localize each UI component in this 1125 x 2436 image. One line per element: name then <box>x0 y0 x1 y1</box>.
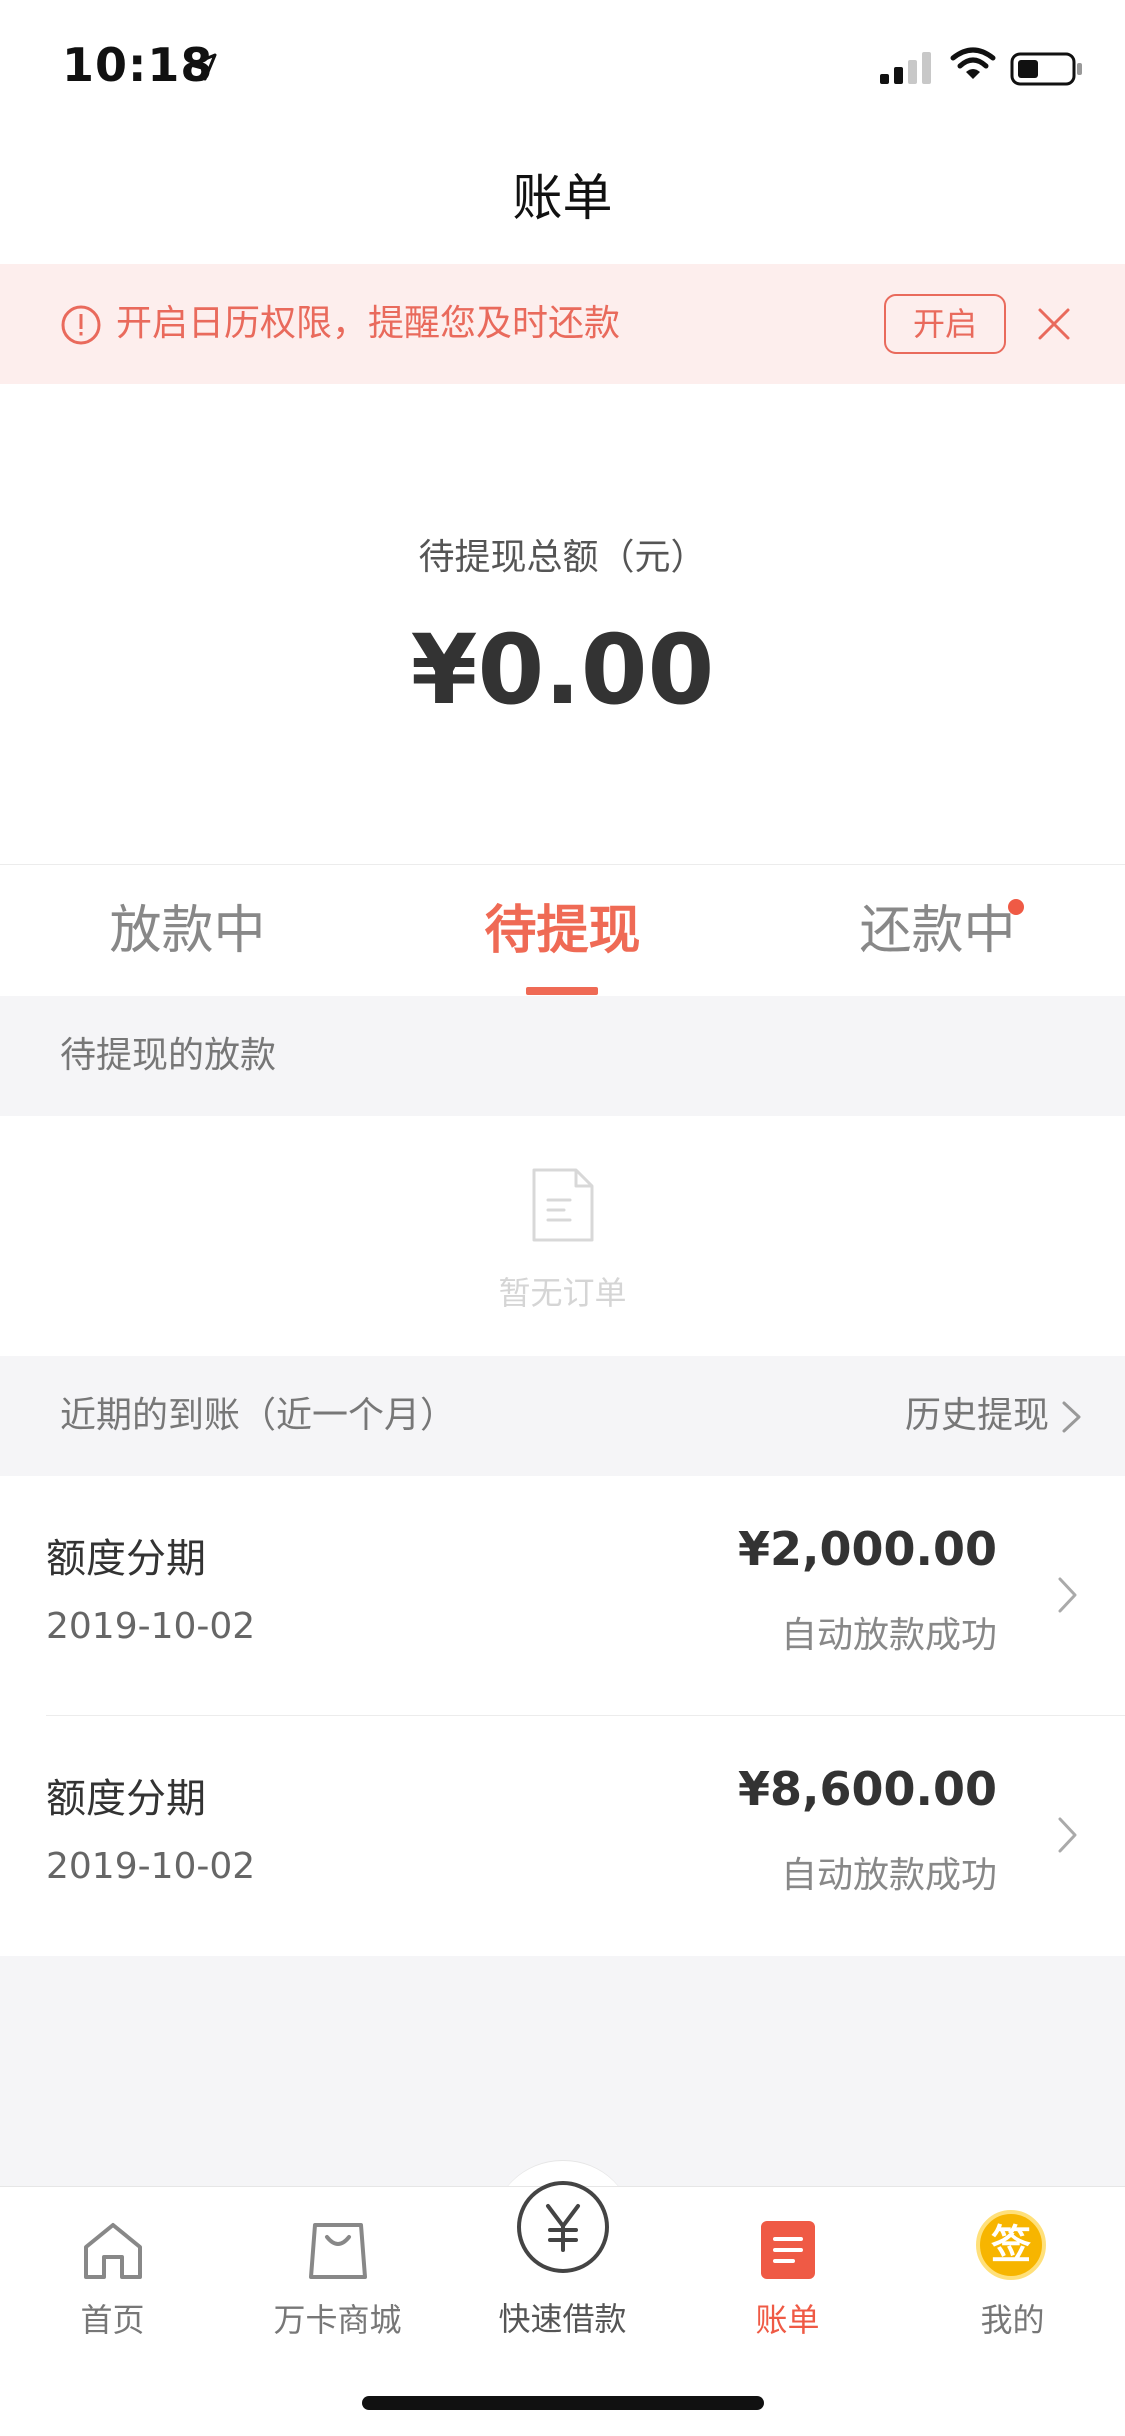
summary-amount: ¥0.00 <box>410 614 715 726</box>
tabbar-item-mall[interactable]: 万卡商城 <box>225 2187 450 2367</box>
summary-label: 待提现总额（元） <box>418 537 707 578</box>
home-icon <box>84 2223 142 2279</box>
section-title: 待提现的放款 <box>60 1035 277 1076</box>
calendar-permission-banner: 开启日历权限，提醒您及时还款 开启 <box>0 264 1125 384</box>
recent-records-list: 额度分期 2019-10-02 ¥2,000.00 自动放款成功 额度分期 20… <box>0 1476 1125 1956</box>
enable-calendar-button[interactable]: 开启 <box>884 294 1006 354</box>
chevron-right-icon <box>1058 1577 1077 1613</box>
banner-message: 开启日历权限，提醒您及时还款 <box>116 303 621 344</box>
battery-icon <box>1010 52 1082 86</box>
tabbar-item-bill[interactable]: 账单 <box>675 2187 900 2367</box>
alert-circle-icon <box>61 305 101 345</box>
active-tab-indicator <box>526 987 598 995</box>
shopping-bag-icon <box>309 2223 367 2279</box>
record-date: 2019-10-02 <box>46 1846 256 1887</box>
record-row[interactable]: 额度分期 2019-10-02 ¥2,000.00 自动放款成功 <box>0 1476 1125 1716</box>
segment-tabs: 放款中 待提现 还款中 <box>0 864 1125 996</box>
empty-text: 暂无订单 <box>498 1274 627 1312</box>
home-indicator <box>362 2396 764 2410</box>
cellular-signal-icon <box>880 52 931 84</box>
withdraw-summary: 待提现总额（元） ¥0.00 <box>0 384 1125 864</box>
location-arrow-icon <box>189 53 217 81</box>
tabbar-label: 首页 <box>80 2301 145 2339</box>
pending-section-header: 待提现的放款 <box>0 996 1125 1116</box>
tabbar-label: 万卡商城 <box>273 2301 402 2339</box>
sign-in-badge-icon[interactable]: 签 <box>976 2210 1046 2280</box>
record-row[interactable]: 额度分期 2019-10-02 ¥8,600.00 自动放款成功 <box>0 1716 1125 1956</box>
record-status: 自动放款成功 <box>780 1615 997 1656</box>
tab-disbursing[interactable]: 放款中 <box>0 865 375 997</box>
yen-circle-icon[interactable] <box>514 2178 612 2276</box>
history-withdrawal-link[interactable]: 历史提现 <box>905 1356 1049 1476</box>
record-title: 额度分期 <box>46 1536 206 1582</box>
page-title: 账单 <box>512 169 613 227</box>
tab-pending-withdrawal[interactable]: 待提现 <box>375 865 750 997</box>
tabbar-item-home[interactable]: 首页 <box>0 2187 225 2367</box>
tabbar-label-quick-loan[interactable]: 快速借款 <box>450 2294 675 2340</box>
empty-state: 暂无订单 <box>0 1116 1125 1356</box>
record-amount: ¥8,600.00 <box>738 1762 997 1816</box>
record-amount: ¥2,000.00 <box>738 1522 997 1576</box>
record-status: 自动放款成功 <box>780 1855 997 1896</box>
chevron-right-icon[interactable] <box>1061 1400 1083 1434</box>
tab-repaying[interactable]: 还款中 <box>750 865 1125 997</box>
wifi-icon <box>950 47 996 79</box>
record-title: 额度分期 <box>46 1776 206 1822</box>
recent-section-header: 近期的到账（近一个月） 历史提现 <box>0 1356 1125 1476</box>
status-bar: 10:18 <box>0 0 1125 132</box>
document-icon <box>532 1168 594 1242</box>
close-icon[interactable] <box>1036 306 1072 342</box>
nav-header: 账单 <box>0 132 1125 264</box>
notification-dot <box>1008 899 1024 915</box>
bill-icon <box>761 2221 815 2279</box>
section-title: 近期的到账（近一个月） <box>60 1395 457 1436</box>
chevron-right-icon <box>1058 1817 1077 1853</box>
tabbar-label: 账单 <box>755 2301 820 2339</box>
record-date: 2019-10-02 <box>46 1606 256 1647</box>
tabbar-label: 我的 <box>980 2301 1045 2339</box>
